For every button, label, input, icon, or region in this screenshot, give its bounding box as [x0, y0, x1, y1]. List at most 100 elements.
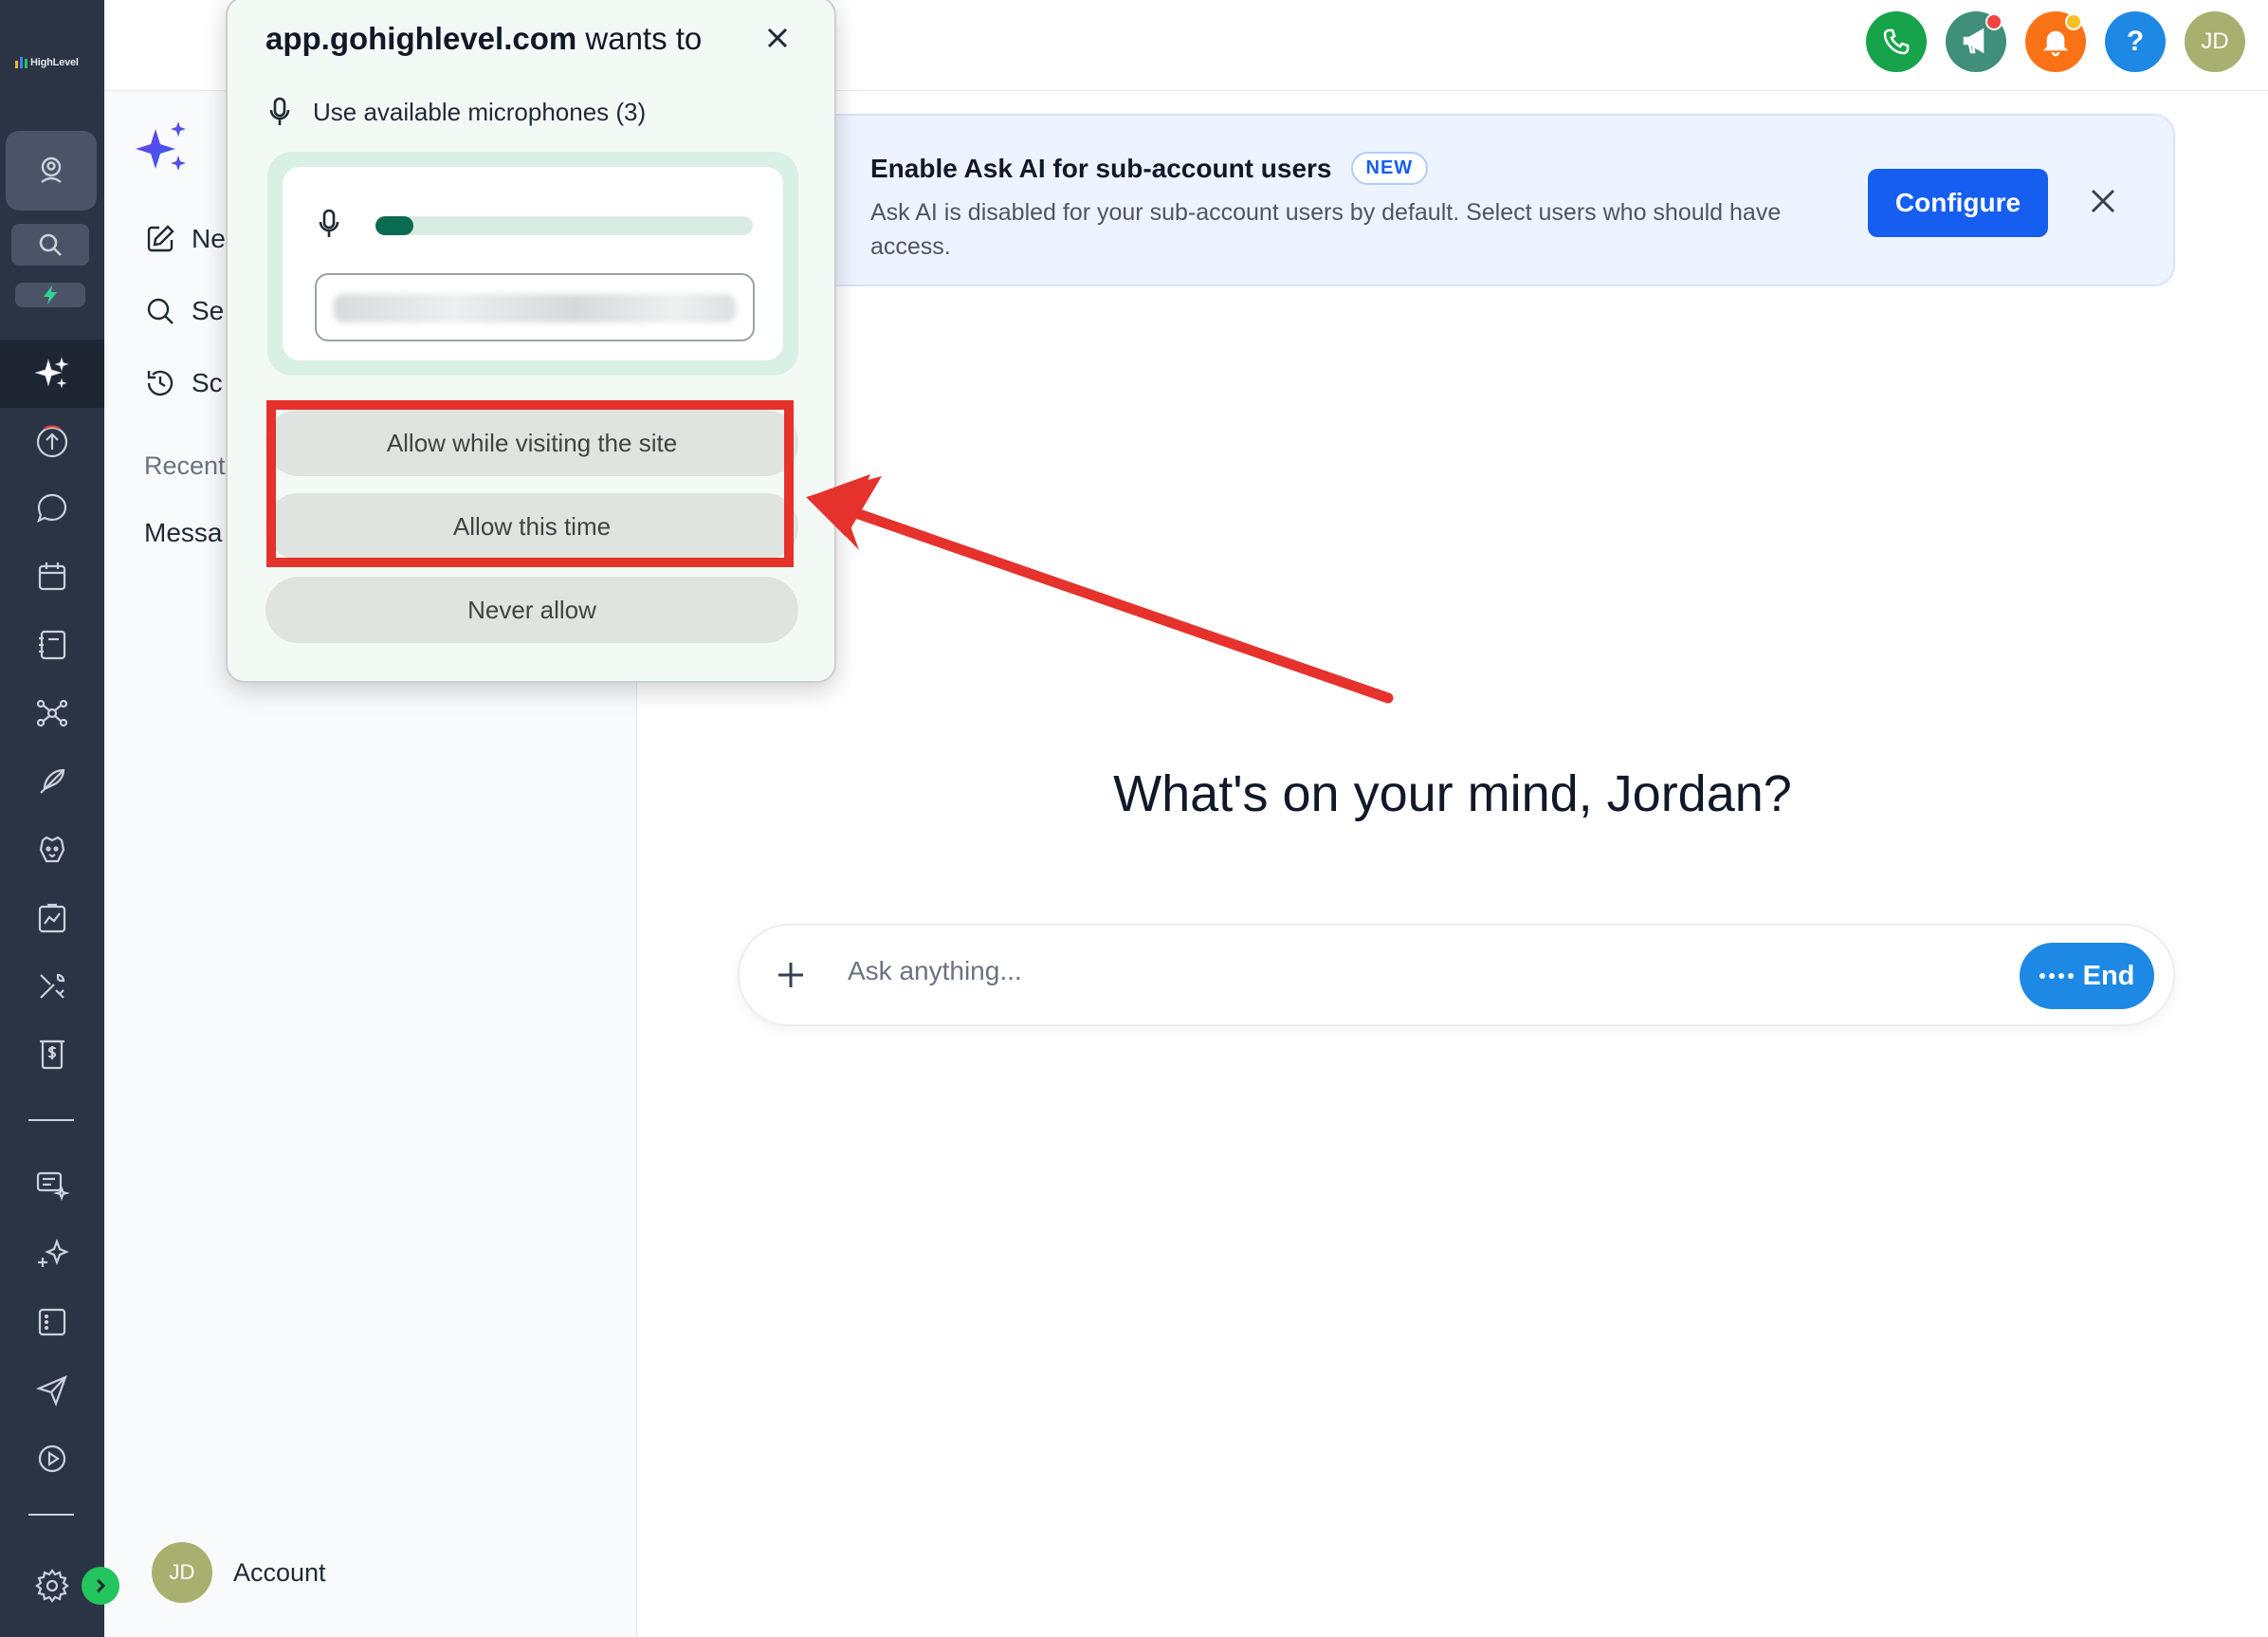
mic-level-fill: [375, 216, 413, 235]
nav-ai-tools[interactable]: [31, 1233, 73, 1275]
nav-ask-ai[interactable]: [0, 340, 104, 408]
blurred-device-name: [334, 294, 736, 322]
nav-conversations[interactable]: [31, 487, 73, 529]
question-icon: ?: [2126, 26, 2145, 57]
close-icon: [767, 28, 788, 48]
logo-bars-icon: [15, 57, 27, 68]
robot-dog-icon: [39, 836, 65, 863]
avatar: JD: [152, 1542, 212, 1603]
nav-contacts[interactable]: [31, 624, 73, 666]
chat-bubble-icon: [37, 493, 67, 524]
never-allow-button[interactable]: Never allow: [265, 577, 798, 643]
calendar-icon: [38, 562, 66, 591]
play-circle-icon: [38, 1444, 66, 1473]
nav-send[interactable]: [31, 1370, 73, 1411]
ai-chat-icon: [36, 1171, 70, 1202]
notifications-button[interactable]: [2025, 11, 2086, 72]
nav-reporting[interactable]: [31, 897, 73, 939]
banner-title-text: Enable Ask AI for sub-account users: [870, 153, 1332, 183]
gear-icon: [35, 1569, 69, 1603]
recent-chat-item[interactable]: Messa: [144, 518, 222, 548]
sidebar-item-search[interactable]: Se: [144, 285, 224, 338]
phone-button[interactable]: [1866, 11, 1927, 72]
search-icon: [147, 298, 174, 324]
permission-close-button[interactable]: [764, 25, 791, 51]
close-icon: [2091, 189, 2115, 213]
unread-dot: [2065, 13, 2082, 30]
microphone-icon: [269, 97, 290, 125]
allow-while-visiting-button[interactable]: Allow while visiting the site: [265, 410, 798, 476]
sparkle-plus-icon: [38, 1238, 69, 1267]
user-avatar-button[interactable]: JD: [2185, 11, 2245, 72]
microphone-device-select[interactable]: [315, 273, 755, 341]
help-button[interactable]: ?: [2105, 11, 2166, 72]
nav-automation[interactable]: [31, 829, 73, 871]
mic-level-meter: [375, 216, 753, 235]
nav-ai-agents[interactable]: [31, 1165, 73, 1206]
nav-tools[interactable]: [31, 966, 73, 1007]
chat-composer: Ask anything... End: [738, 924, 2175, 1026]
nav-launchpad[interactable]: [31, 421, 73, 463]
microphone-permission-dialog: app.gohighlevel.com wants to Use availab…: [226, 0, 836, 683]
highlevel-logo: HighLevel: [15, 53, 91, 72]
banner-title: Enable Ask AI for sub-account users NEW: [870, 152, 1429, 185]
quick-actions-button[interactable]: [15, 283, 85, 307]
ask-input[interactable]: Ask anything...: [848, 956, 1022, 986]
allow-this-time-button[interactable]: Allow this time: [265, 493, 798, 560]
sidebar-item-new-chat[interactable]: Ne: [144, 212, 226, 266]
nav-settings[interactable]: [31, 1565, 73, 1607]
plus-icon: [778, 963, 803, 987]
permission-title: app.gohighlevel.com wants to: [265, 21, 702, 57]
account-label: Account: [233, 1557, 326, 1587]
location-pin-icon: [41, 156, 62, 183]
end-label: End: [2082, 960, 2135, 991]
voice-wave-icon: [2039, 973, 2074, 979]
paper-plane-icon: [35, 1374, 67, 1407]
nav-marketing[interactable]: [31, 761, 73, 802]
logo-text: HighLevel: [30, 57, 79, 68]
tools-icon: [40, 973, 65, 999]
history-icon: [147, 370, 174, 396]
nav-opportunities[interactable]: [31, 692, 73, 734]
end-voice-button[interactable]: End: [2020, 943, 2154, 1009]
search-icon: [39, 233, 62, 256]
invoice-dollar-icon: [40, 1039, 64, 1070]
bell-icon: [2042, 30, 2069, 57]
quick-search-button[interactable]: [11, 224, 89, 266]
ask-ai-subaccount-banner: Enable Ask AI for sub-account users NEW …: [815, 114, 2175, 286]
recent-section-title: Recent: [144, 451, 226, 480]
attach-button[interactable]: [774, 958, 808, 992]
edit-icon: [147, 225, 174, 252]
nav-sites[interactable]: [31, 1301, 73, 1343]
expand-sidebar-button[interactable]: [82, 1567, 119, 1605]
greeting-heading: What's on your mind, Jordan?: [1113, 765, 1792, 822]
permission-wants-to: wants to: [576, 21, 703, 56]
banner-close-button[interactable]: [2088, 186, 2118, 216]
permission-request: Use available microphones (3): [269, 97, 646, 127]
sidebar-item-scheduled[interactable]: Sc: [144, 357, 223, 410]
ai-sparkle-icon: [34, 357, 69, 389]
sidebar-item-label: Ne: [192, 224, 226, 253]
rail-divider: [28, 1119, 74, 1121]
chevron-right-icon: [96, 1578, 106, 1593]
list-box-icon: [38, 1308, 66, 1336]
megaphone-icon: [1963, 28, 1984, 54]
account-switcher-button[interactable]: [6, 131, 97, 211]
nav-media[interactable]: [31, 1438, 73, 1480]
microphone-preview: [267, 152, 798, 376]
phone-icon: [1883, 28, 1910, 55]
network-icon: [36, 699, 68, 727]
nav-payments[interactable]: [31, 1034, 73, 1076]
sidebar-item-label: Sc: [192, 368, 223, 397]
account-menu[interactable]: JD Account: [152, 1542, 326, 1603]
permission-site: app.gohighlevel.com: [265, 21, 577, 56]
configure-button[interactable]: Configure: [1868, 169, 2048, 237]
address-book-icon: [39, 630, 66, 660]
new-badge: NEW: [1350, 152, 1429, 185]
announcements-button[interactable]: [1946, 11, 2006, 72]
rail-divider: [28, 1514, 74, 1516]
microphone-icon: [319, 209, 339, 239]
nav-calendars[interactable]: [31, 556, 73, 598]
launchpad-icon: [36, 425, 68, 458]
left-nav-rail: HighLevel: [0, 0, 119, 1637]
